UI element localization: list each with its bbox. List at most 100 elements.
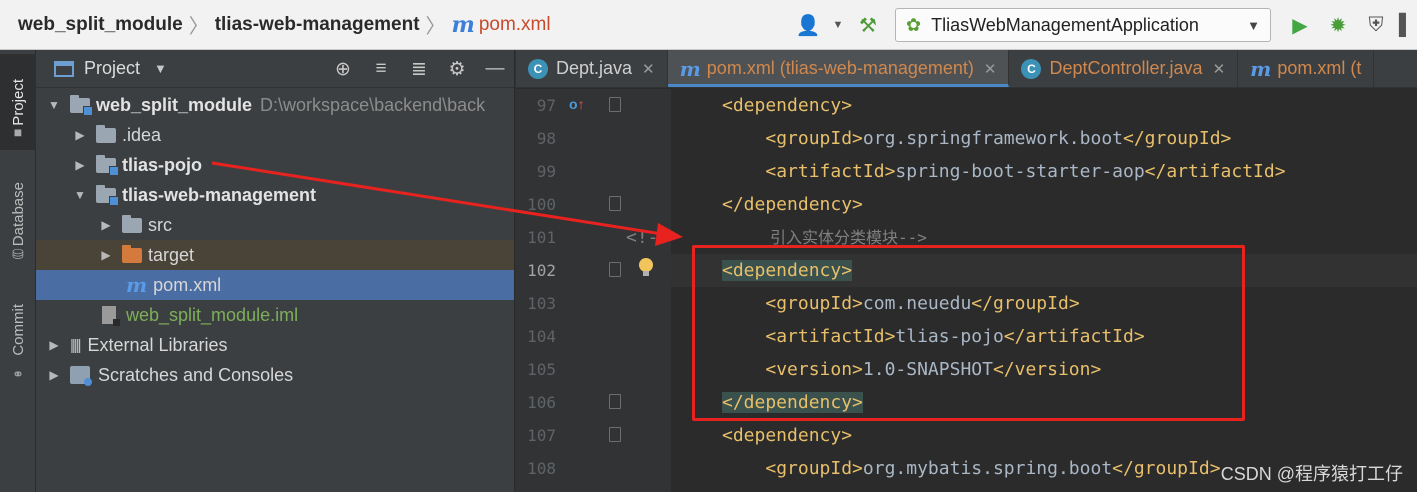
code-text: <groupId>org.mybatis.spring.boot</groupI… [765,458,1221,479]
line-number: 100 [527,195,556,214]
chevron-right-icon[interactable]: ▶ [98,218,114,232]
tab-label: pom.xml (tlias-web-management) [706,58,974,78]
tab-database-label: Database [9,181,27,247]
breadcrumb-item-project[interactable]: web_split_module [18,14,183,36]
fold-marker-icon[interactable] [609,262,621,277]
code-line[interactable]: 107 <dependency> [516,419,1417,452]
module-folder-icon [70,94,93,116]
line-number: 98 [536,129,556,148]
code-line[interactable]: 98 <groupId>org.springframework.boot</gr… [516,122,1417,155]
gear-icon[interactable]: ⚙ [438,58,476,81]
tree-item-label: src [148,214,172,235]
chevron-right-icon[interactable]: ▶ [72,128,88,142]
tree-item-label: .idea [122,124,162,145]
chevron-down-icon: ▼ [1247,17,1260,33]
fold-marker-icon[interactable] [609,97,621,112]
breadcrumb-separator: 〉 [425,16,446,38]
user-icon[interactable]: 👤 [793,10,823,40]
chevron-right-icon[interactable]: ▶ [98,248,114,262]
chevron-right-icon[interactable]: ▶ [46,338,62,352]
code-line[interactable]: 99 <artifactId>spring-boot-starter-aop</… [516,155,1417,188]
close-icon[interactable]: ✕ [642,60,655,78]
tab-pom-xml-parent[interactable]: m pom.xml (t [1238,50,1375,87]
chevron-down-icon[interactable]: ▼ [154,61,167,76]
tree-item-iml[interactable]: web_split_module.iml [36,300,514,330]
tab-label: pom.xml (t [1277,58,1362,78]
chevron-down-icon[interactable]: ▼ [46,98,62,112]
build-hammer-icon[interactable]: ⚒ [853,10,883,40]
tree-item-label: tlias-pojo [122,154,202,175]
tree-item-label: web_split_module [96,94,253,115]
maven-file-icon: m [126,273,148,297]
database-icon: ⛁ [12,246,24,262]
project-window-icon [54,60,74,77]
breadcrumb-item-file[interactable]: pom.xml [479,14,551,36]
navigation-bar: web_split_module 〉 tlias-web-management … [0,0,1417,50]
implements-icon[interactable]: o↑ [569,96,585,112]
run-icon[interactable]: ▶ [1285,10,1315,40]
tree-item-pom-xml[interactable]: m pom.xml [36,270,514,300]
debug-icon[interactable]: ✹ [1323,10,1353,40]
close-icon[interactable]: ✕ [1213,60,1226,78]
tree-item-root[interactable]: ▼ web_split_module D:\workspace\backend\… [36,90,514,120]
line-number: 102 [527,261,556,280]
library-icon: ||||| [70,336,82,354]
fold-marker-icon[interactable] [609,427,621,442]
code-text: <artifactId>spring-boot-starter-aop</art… [765,161,1286,182]
collapse-all-icon[interactable]: ≣ [400,58,438,81]
breadcrumb-item-module[interactable]: tlias-web-management [215,14,420,36]
folder-icon [122,214,142,233]
excluded-folder-icon [122,244,142,263]
chevron-right-icon[interactable]: ▶ [72,158,88,172]
editor-tabs: C Dept.java ✕ m pom.xml (tlias-web-manag… [516,50,1417,88]
project-panel-header: Project ▼ ⊕ ≡ ≣ ⚙ — [36,50,514,88]
fold-marker-icon[interactable] [609,394,621,409]
maven-file-icon: m [679,56,701,81]
tree-item-label: web_split_module.iml [126,304,299,325]
expand-all-icon[interactable]: ≡ [362,58,400,80]
fold-marker-icon[interactable] [609,196,621,211]
code-line[interactable]: 97 <dependency> [516,89,1417,122]
lightbulb-icon[interactable] [639,258,653,276]
tab-dept-controller[interactable]: C DeptController.java ✕ [1009,50,1239,87]
tree-item-tlias-web-management[interactable]: ▼ tlias-web-management [36,180,514,210]
line-number: 99 [536,162,556,181]
code-line[interactable]: 100 </dependency> [516,188,1417,221]
coverage-icon[interactable]: ⛨ [1361,10,1391,40]
module-folder-icon [96,154,119,176]
tree-item-src[interactable]: ▶ src [36,210,514,240]
code-text: <groupId>org.springframework.boot</group… [765,128,1232,149]
tab-label: DeptController.java [1049,58,1203,78]
chevron-right-icon[interactable]: ▶ [46,368,62,382]
tree-item-idea[interactable]: ▶ .idea [36,120,514,150]
tree-item-label: pom.xml [153,274,222,295]
locate-icon[interactable]: ⊕ [324,58,362,81]
code-text: <dependency> [722,95,853,116]
tab-pom-xml-active[interactable]: m pom.xml (tlias-web-management) ✕ [667,50,1010,87]
tab-commit[interactable]: Commit [0,294,36,366]
chevron-down-icon[interactable]: ▼ [72,188,88,202]
code-text: <dependency> [722,425,853,446]
tree-item-path: D:\workspace\backend\back [260,94,486,115]
breadcrumb: web_split_module 〉 tlias-web-management … [0,0,551,49]
tree-item-scratches[interactable]: ▶ Scratches and Consoles [36,360,514,390]
more-actions-icon[interactable]: ▌ [1399,10,1413,40]
tree-item-external-libraries[interactable]: ▶ ||||| External Libraries [36,330,514,360]
tree-item-tlias-pojo[interactable]: ▶ tlias-pojo [36,150,514,180]
module-folder-icon [96,184,119,206]
close-icon[interactable]: ✕ [984,60,997,78]
tree-item-label: External Libraries [87,334,228,355]
project-view-label[interactable]: Project [84,58,140,79]
run-configuration-select[interactable]: ✿ TliasWebManagementApplication ▼ [895,8,1271,42]
folder-icon: ■ [13,124,23,140]
hide-icon[interactable]: — [476,58,514,80]
tree-item-target[interactable]: ▶ target [36,240,514,270]
line-number: 105 [527,360,556,379]
tab-dept-java[interactable]: C Dept.java ✕ [516,50,668,87]
line-number: 107 [527,426,556,445]
tool-window-strip: Project ■ Database ⛁ Commit ⚭ [0,50,36,492]
project-tree: ▼ web_split_module D:\workspace\backend\… [36,90,514,390]
tree-item-label: Scratches and Consoles [98,364,294,385]
code-text: <!-- 引入实体分类模块--> [626,221,927,254]
chevron-down-icon[interactable]: ▼ [831,10,845,40]
